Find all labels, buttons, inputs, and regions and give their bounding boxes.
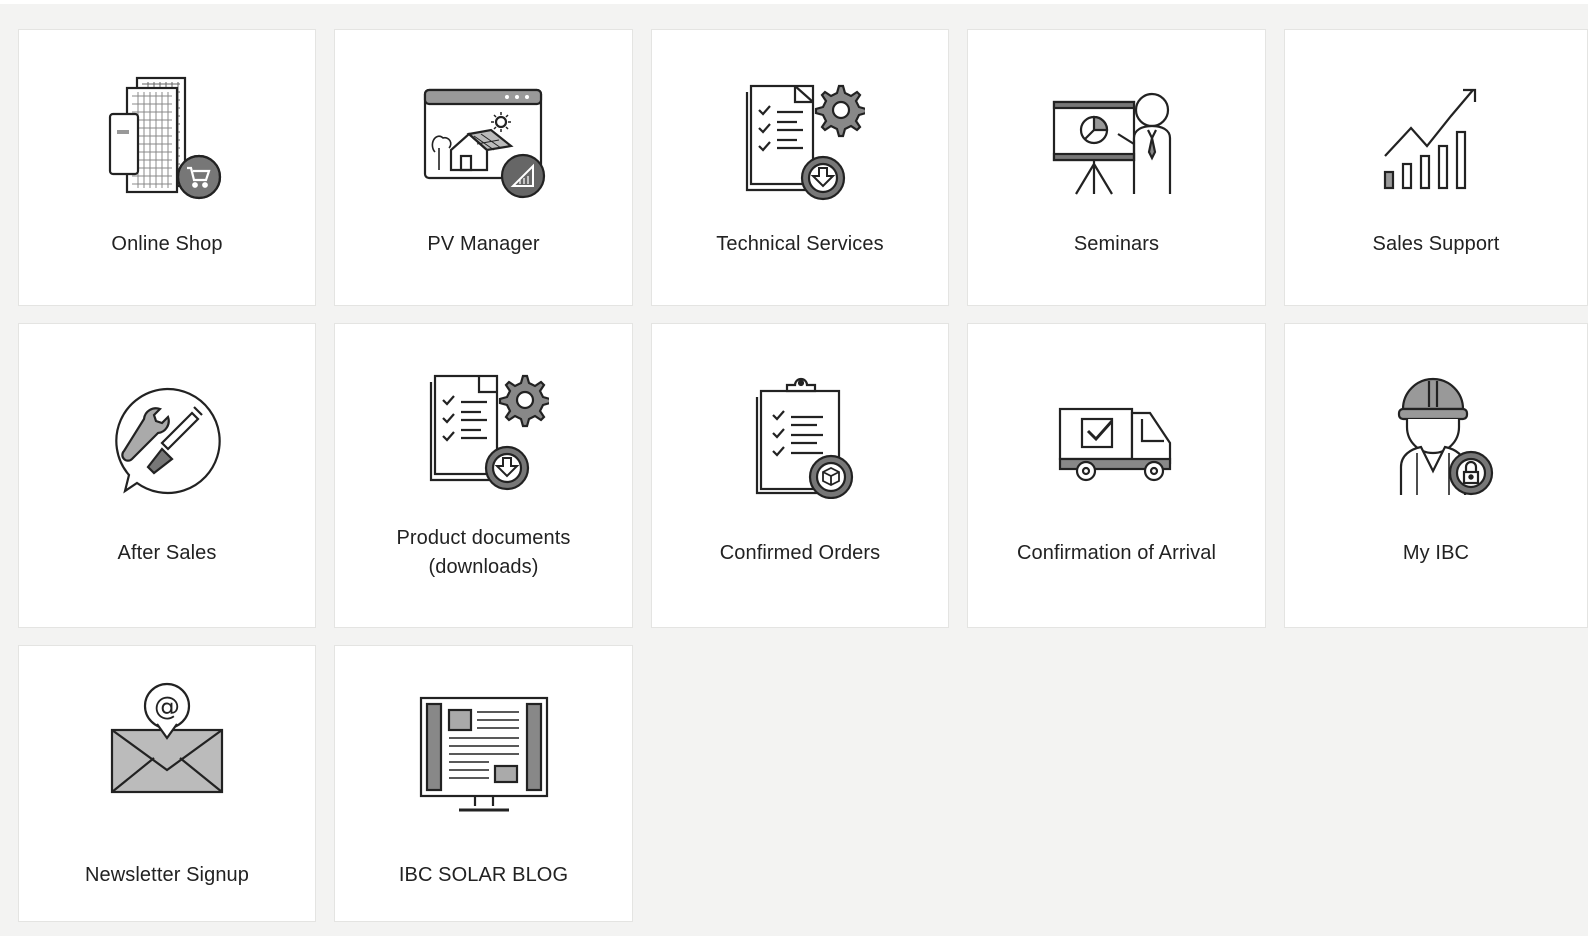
tile-technical-services[interactable]: Technical Services: [651, 29, 949, 306]
tile-sales-support[interactable]: Sales Support: [1284, 29, 1588, 306]
tile-label: Online Shop: [111, 233, 223, 255]
svg-text:@: @: [154, 692, 180, 722]
blog-icon: [419, 690, 549, 820]
tile-after-sales[interactable]: After Sales: [18, 323, 316, 628]
tile-label: IBC SOLAR BLOG: [398, 864, 569, 886]
tile-my-ibc[interactable]: My IBC: [1284, 323, 1588, 628]
tile-label: Newsletter Signup: [84, 864, 249, 886]
tile-label: Product documents (downloads): [343, 524, 624, 582]
tile-label-line2: (downloads): [428, 556, 539, 578]
online-shop-icon: [102, 72, 232, 202]
tile-pv-manager[interactable]: PV Manager: [334, 29, 633, 306]
tile-label: PV Manager: [427, 233, 540, 255]
sales-support-icon: [1371, 72, 1501, 202]
after-sales-icon: [102, 369, 232, 499]
tile-seminars[interactable]: Seminars: [967, 29, 1266, 306]
tile-label: Technical Services: [716, 233, 884, 255]
tile-label: Confirmed Orders: [719, 542, 881, 564]
pv-manager-icon: [419, 72, 549, 202]
top-edge: [0, 0, 1588, 4]
tile-ibc-solar-blog[interactable]: IBC SOLAR BLOG: [334, 645, 633, 922]
tile-confirmation-of-arrival[interactable]: Confirmation of Arrival: [967, 323, 1266, 628]
delivery-truck-icon: [1052, 369, 1182, 499]
tile-product-documents[interactable]: Product documents (downloads): [334, 323, 633, 628]
technical-services-icon: [735, 72, 865, 202]
tile-label-line1: Product documents: [396, 527, 571, 549]
product-documents-icon: [419, 362, 549, 492]
tile-label: After Sales: [117, 542, 217, 564]
tile-label: Seminars: [1073, 233, 1160, 255]
newsletter-icon: @: [102, 674, 232, 804]
tile-newsletter-signup[interactable]: @ Newsletter Signup: [18, 645, 316, 922]
tile-label: My IBC: [1402, 542, 1470, 564]
tile-online-shop[interactable]: Online Shop: [18, 29, 316, 306]
seminars-icon: [1052, 72, 1182, 202]
tile-label: Sales Support: [1372, 233, 1500, 255]
confirmed-orders-icon: [735, 369, 865, 499]
tile-confirmed-orders[interactable]: Confirmed Orders: [651, 323, 949, 628]
tile-label: Confirmation of Arrival: [1016, 542, 1217, 564]
my-ibc-icon: [1371, 369, 1501, 499]
